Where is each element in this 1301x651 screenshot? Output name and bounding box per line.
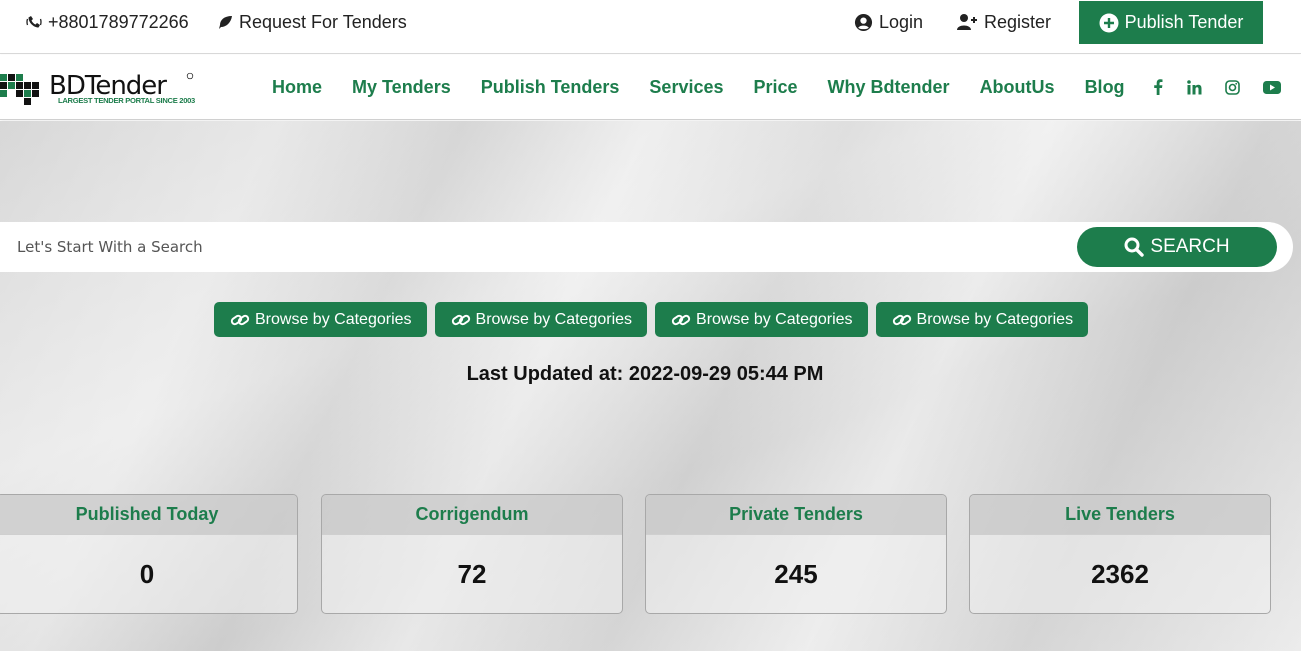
publish-tender-label: Publish Tender [1124, 12, 1244, 32]
phone-number: +8801789772266 [48, 11, 189, 32]
search-button-label: SEARCH [1150, 236, 1230, 257]
link-icon [892, 312, 912, 328]
login-label: Login [879, 11, 924, 32]
browse-categories-label: Browse by Categories [916, 310, 1074, 328]
link-icon [451, 312, 471, 328]
nav-my-tenders[interactable]: My Tenders [352, 77, 451, 98]
stat-label: Private Tenders [646, 495, 946, 535]
browse-categories-row: Browse by Categories Browse by Categorie… [214, 302, 1096, 337]
browse-categories-label: Browse by Categories [255, 310, 412, 328]
browse-categories-button[interactable]: Browse by Categories [655, 302, 868, 337]
last-updated-text: Last Updated at: 2022-09-29 05:44 PM [466, 363, 824, 385]
leaf-icon [218, 15, 233, 30]
link-icon [671, 312, 691, 328]
user-circle-icon [854, 13, 873, 32]
main-navbar: BDTender LARGEST TENDER PORTAL SINCE 200… [0, 55, 1301, 120]
search-icon [1124, 237, 1145, 257]
browse-categories-label: Browse by Categories [475, 310, 633, 328]
bdtender-logo[interactable]: BDTender LARGEST TENDER PORTAL SINCE 200… [0, 69, 200, 109]
linkedin-icon[interactable] [1184, 77, 1204, 97]
login-link[interactable]: Login [854, 0, 923, 44]
register-link[interactable]: Register [956, 0, 1051, 44]
instagram-icon[interactable] [1222, 77, 1242, 97]
request-tenders-link[interactable]: Request For Tenders [218, 0, 407, 44]
stat-card-published-today[interactable]: Published Today 0 [0, 494, 298, 614]
nav-aboutus[interactable]: AboutUs [980, 77, 1055, 98]
nav-services[interactable]: Services [649, 77, 723, 98]
request-tenders-label: Request For Tenders [239, 11, 407, 32]
nav-why-bdtender[interactable]: Why Bdtender [828, 77, 950, 98]
plus-circle-icon [1099, 13, 1119, 33]
nav-publish-tenders[interactable]: Publish Tenders [481, 77, 620, 98]
search-input[interactable] [17, 222, 1057, 272]
top-bar: +8801789772266 Request For Tenders Login… [0, 0, 1301, 54]
nav-links: Home My Tenders Publish Tenders Services… [272, 55, 1155, 119]
browse-categories-button[interactable]: Browse by Categories [214, 302, 427, 337]
stat-value: 245 [774, 558, 818, 589]
stat-value: 0 [139, 558, 155, 589]
user-plus-icon [956, 13, 978, 31]
stat-card-corrigendum[interactable]: Corrigendum 72 [321, 494, 623, 614]
stat-card-private-tenders[interactable]: Private Tenders 245 [645, 494, 947, 614]
publish-tender-button[interactable]: Publish Tender [1079, 1, 1263, 44]
browse-categories-button[interactable]: Browse by Categories [434, 302, 648, 337]
browse-categories-label: Browse by Categories [696, 310, 853, 328]
link-icon [230, 312, 250, 328]
search-button[interactable]: SEARCH [1077, 227, 1277, 267]
stat-label: Published Today [0, 495, 297, 535]
phone-link[interactable]: +8801789772266 [26, 0, 189, 44]
phone-volume-icon [26, 14, 42, 30]
youtube-icon[interactable] [1262, 77, 1282, 97]
logo-tagline: LARGEST TENDER PORTAL SINCE 2003 [58, 96, 195, 105]
stat-card-live-tenders[interactable]: Live Tenders 2362 [969, 494, 1271, 614]
hero-section: SEARCH Browse by Categories Browse by Ca… [0, 121, 1301, 651]
nav-price[interactable]: Price [754, 77, 798, 98]
stat-value: 72 [457, 558, 487, 589]
stat-value: 2362 [1091, 558, 1149, 589]
browse-categories-button[interactable]: Browse by Categories [875, 302, 1089, 337]
register-label: Register [984, 11, 1052, 32]
stat-label: Live Tenders [970, 495, 1270, 535]
facebook-icon[interactable] [1148, 77, 1168, 97]
social-links [1148, 55, 1282, 119]
nav-home[interactable]: Home [272, 77, 322, 98]
nav-blog[interactable]: Blog [1085, 77, 1125, 98]
stat-label: Corrigendum [322, 495, 622, 535]
